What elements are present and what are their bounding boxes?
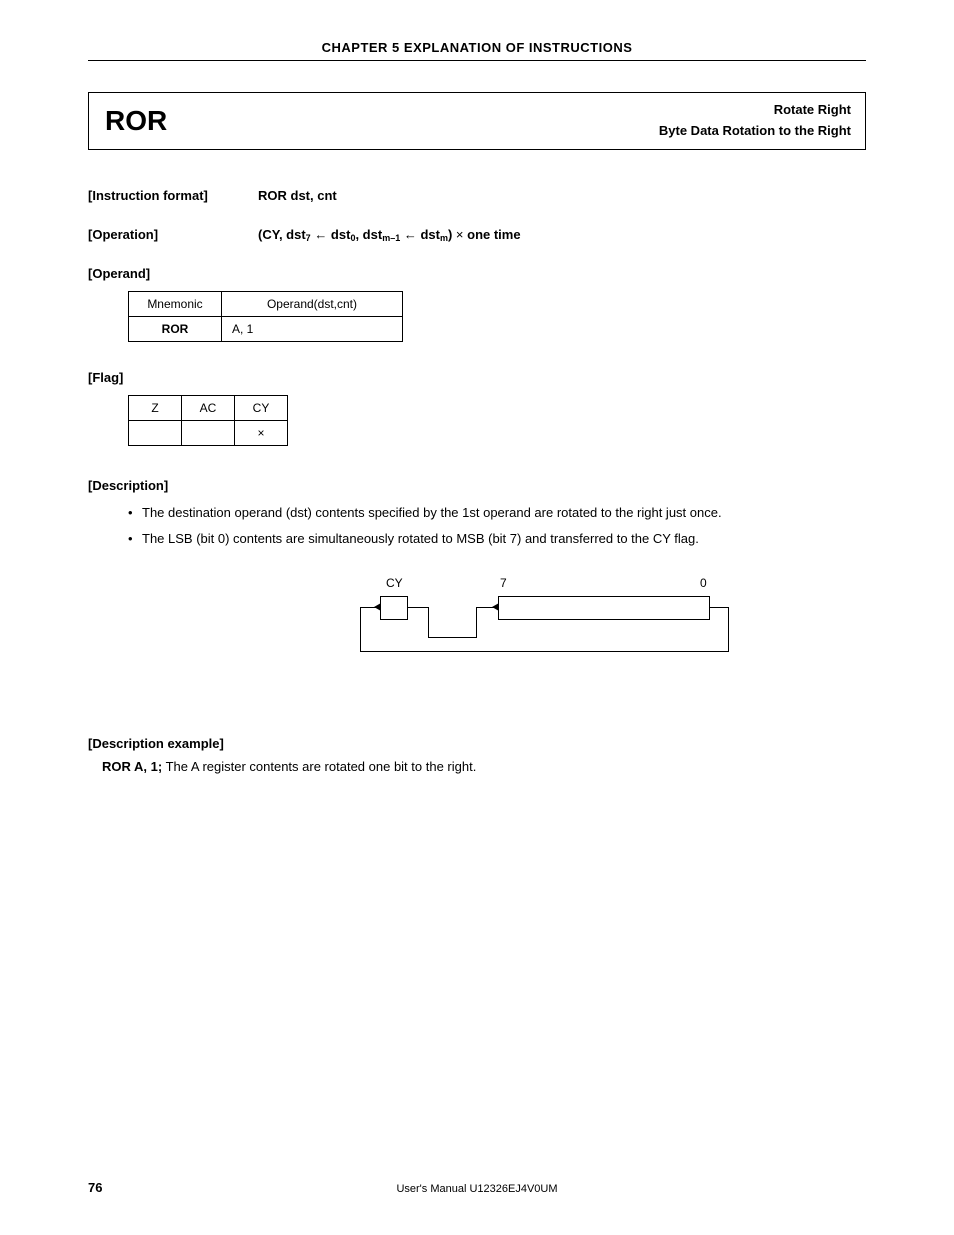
operand-table: Mnemonic Operand(dst,cnt) ROR A, 1: [128, 291, 403, 342]
description-example-label: [Description example]: [88, 736, 866, 751]
op-mid1: dst: [327, 227, 350, 242]
flag-cy-value: ×: [235, 421, 288, 446]
left-arrow-icon: [404, 227, 417, 242]
example-text: The A register contents are rotated one …: [162, 759, 476, 774]
op-mid2: , dst: [355, 227, 382, 242]
operand-label: [Operand]: [88, 266, 866, 281]
rotation-diagram: CY 7 0: [248, 576, 728, 686]
left-arrow-icon: [314, 227, 327, 242]
diagram-line: [428, 637, 477, 638]
title-line-1: Rotate Right: [167, 100, 851, 121]
chapter-header: CHAPTER 5 EXPLANATION OF INSTRUCTIONS: [88, 40, 866, 55]
table-row: Mnemonic Operand(dst,cnt): [129, 292, 403, 317]
flag-cy-header: CY: [235, 396, 288, 421]
op-sub3: m–1: [382, 233, 400, 243]
body: [Instruction format] ROR dst, cnt [Opera…: [88, 188, 866, 774]
op-sub1: 7: [306, 233, 311, 243]
diagram-cy-label: CY: [386, 576, 403, 590]
table-row: Z AC CY: [129, 396, 288, 421]
th-mnemonic: Mnemonic: [129, 292, 222, 317]
flag-ac-value: [182, 421, 235, 446]
op-sub2: 0: [350, 233, 355, 243]
diagram-line: [476, 607, 477, 638]
diagram-line: [728, 607, 729, 651]
flag-table: Z AC CY ×: [128, 395, 288, 446]
table-row: ×: [129, 421, 288, 446]
operand-value: A, 1: [222, 317, 403, 342]
operation-row: [Operation] (CY, dst7 dst0, dstm–1 dstm)…: [88, 227, 866, 242]
diagram-bit7-label: 7: [500, 576, 507, 590]
flag-label: [Flag]: [88, 370, 866, 385]
diagram-line: [709, 607, 729, 608]
diagram-line: [360, 651, 729, 652]
diagram-bit0-label: 0: [700, 576, 707, 590]
arrowhead-icon: [374, 603, 381, 611]
description-label: [Description]: [88, 478, 866, 493]
instruction-title-box: ROR Rotate Right Byte Data Rotation to t…: [88, 92, 866, 150]
arrowhead-icon: [492, 603, 499, 611]
diagram-line: [407, 607, 429, 608]
instruction-name: Rotate Right Byte Data Rotation to the R…: [167, 100, 865, 142]
diagram-cy-box: [380, 596, 408, 620]
multiply-icon: [456, 227, 464, 242]
title-line-2: Byte Data Rotation to the Right: [167, 121, 851, 142]
op-mid3: dst: [417, 227, 440, 242]
flag-z-header: Z: [129, 396, 182, 421]
th-operand: Operand(dst,cnt): [222, 292, 403, 317]
header-rule: [88, 60, 866, 61]
diagram-line: [360, 607, 361, 652]
table-row: ROR A, 1: [129, 317, 403, 342]
page: CHAPTER 5 EXPLANATION OF INSTRUCTIONS RO…: [0, 0, 954, 1235]
list-item: The LSB (bit 0) contents are simultaneou…: [128, 529, 866, 549]
operation-label: [Operation]: [88, 227, 258, 242]
flag-z-value: [129, 421, 182, 446]
diagram-line: [428, 607, 429, 637]
flag-ac-header: AC: [182, 396, 235, 421]
description-example: [Description example] ROR A, 1; The A re…: [88, 736, 866, 774]
instruction-format-label: [Instruction format]: [88, 188, 258, 203]
operation-value: (CY, dst7 dst0, dstm–1 dstm) one time: [258, 227, 521, 242]
instruction-format-value: ROR dst, cnt: [258, 188, 337, 203]
op-suffix2: one time: [464, 227, 521, 242]
description-list: The destination operand (dst) contents s…: [88, 503, 866, 548]
op-sub4: m: [440, 233, 448, 243]
description-example-line: ROR A, 1; The A register contents are ro…: [88, 759, 866, 774]
footer-manual-id: User's Manual U12326EJ4V0UM: [0, 1183, 954, 1195]
op-prefix: (CY, dst: [258, 227, 306, 242]
mnemonic-title: ROR: [89, 105, 167, 137]
list-item: The destination operand (dst) contents s…: [128, 503, 866, 523]
diagram-register-box: [498, 596, 710, 620]
operand-mnemonic: ROR: [129, 317, 222, 342]
instruction-format-row: [Instruction format] ROR dst, cnt: [88, 188, 866, 203]
op-suffix1: ): [448, 227, 456, 242]
example-code: ROR A, 1;: [102, 759, 162, 774]
